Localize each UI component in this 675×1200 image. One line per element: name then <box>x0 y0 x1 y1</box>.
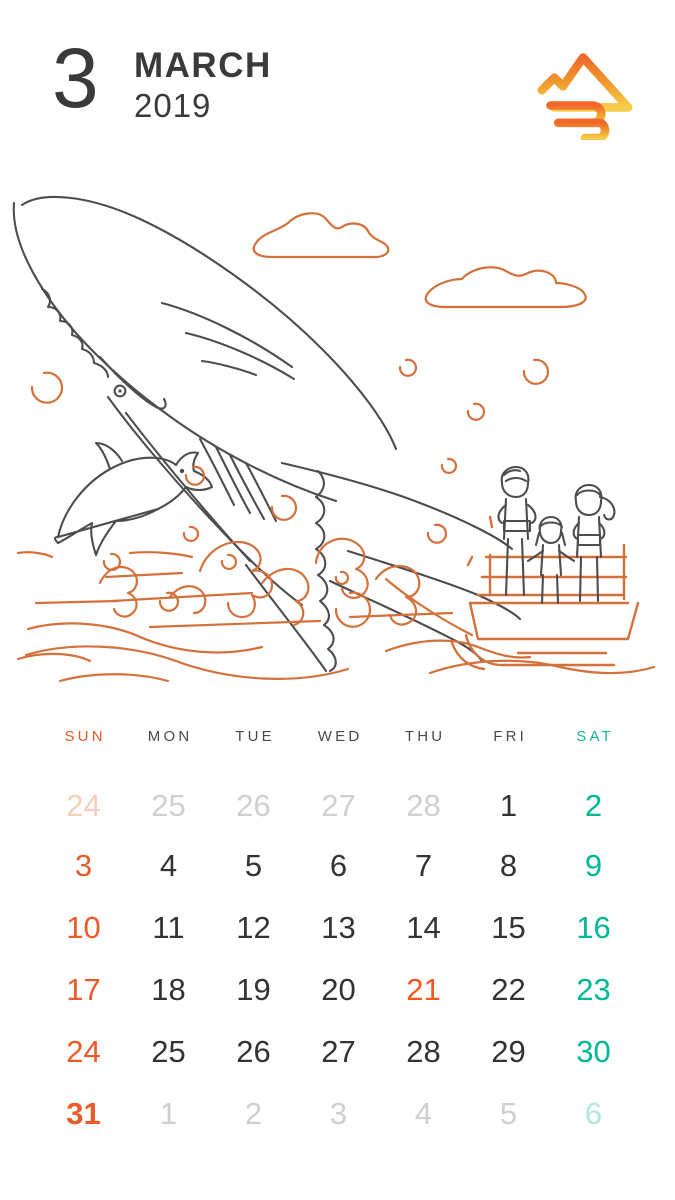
day-cell[interactable]: 29 <box>466 1021 551 1083</box>
day-cell[interactable]: 22 <box>466 959 551 1021</box>
day-cell[interactable]: 15 <box>466 897 551 959</box>
tour-boat <box>450 465 640 671</box>
month-name: MARCH <box>134 46 272 85</box>
day-cell[interactable]: 2 <box>211 1083 296 1145</box>
weekday-label-tue: TUE <box>235 728 275 745</box>
day-cell[interactable]: 10 <box>41 897 126 959</box>
day-cell[interactable]: 20 <box>296 959 381 1021</box>
day-cell[interactable]: 3 <box>41 835 126 897</box>
day-cell[interactable]: 2 <box>551 777 636 835</box>
humpback-whale <box>12 195 522 673</box>
day-cell[interactable]: 16 <box>551 897 636 959</box>
weekday-label-sun: SUN <box>64 728 106 745</box>
day-cell[interactable]: 6 <box>551 1083 636 1145</box>
month-year-block: MARCH 2019 <box>134 46 272 126</box>
day-cell[interactable]: 19 <box>211 959 296 1021</box>
day-cell[interactable]: 4 <box>381 1083 466 1145</box>
day-cell[interactable]: 5 <box>466 1083 551 1145</box>
dolphin <box>53 441 214 557</box>
day-cell[interactable]: 31 <box>41 1083 126 1145</box>
cloud-icon <box>252 212 587 309</box>
day-cell[interactable]: 5 <box>211 835 296 897</box>
weekday-header-row: SUN MON TUE WED THU FRI SAT <box>41 728 636 749</box>
day-cell[interactable]: 11 <box>126 897 211 959</box>
day-cell[interactable]: 9 <box>551 835 636 897</box>
day-cell[interactable]: 28 <box>381 1021 466 1083</box>
month-number: 3 <box>52 31 99 125</box>
mountain-wave-logo <box>537 48 633 143</box>
day-cell[interactable]: 6 <box>296 835 381 897</box>
day-cell[interactable]: 27 <box>296 1021 381 1083</box>
day-cell[interactable]: 14 <box>381 897 466 959</box>
year-label: 2019 <box>134 86 212 124</box>
day-cell[interactable]: 26 <box>211 1021 296 1083</box>
day-cell[interactable]: 23 <box>551 959 636 1021</box>
day-cell[interactable]: 30 <box>551 1021 636 1083</box>
day-cell[interactable]: 1 <box>466 777 551 835</box>
day-cell[interactable]: 12 <box>211 897 296 959</box>
weekday-label-thu: THU <box>404 728 446 745</box>
day-cell-holiday[interactable]: 21 <box>381 959 466 1021</box>
weekday-label-mon: MON <box>147 728 193 745</box>
day-cell[interactable]: 25 <box>126 1021 211 1083</box>
passenger-adult-right <box>572 483 616 603</box>
day-cell[interactable]: 3 <box>296 1083 381 1145</box>
weekday-label-fri: FRI <box>493 728 527 745</box>
day-cell[interactable]: 18 <box>126 959 211 1021</box>
day-cell[interactable]: 27 <box>296 777 381 835</box>
day-cell[interactable]: 24 <box>41 777 126 835</box>
day-cell[interactable]: 7 <box>381 835 466 897</box>
calendar-page: 3 MARCH 2019 SUN MON TUE WED THU FRI SAT… <box>0 0 675 1200</box>
calendar-header: 3 MARCH 2019 <box>0 0 675 170</box>
day-cell[interactable]: 13 <box>296 897 381 959</box>
day-cell[interactable]: 8 <box>466 835 551 897</box>
weekday-label-wed: WED <box>317 728 363 745</box>
day-cell[interactable]: 26 <box>211 777 296 835</box>
day-cell[interactable]: 4 <box>126 835 211 897</box>
day-cell[interactable]: 25 <box>126 777 211 835</box>
weekday-label-sat: SAT <box>576 728 614 745</box>
day-cell[interactable]: 17 <box>41 959 126 1021</box>
whale-watching-illustration <box>0 165 675 705</box>
passenger-child-center <box>526 515 576 605</box>
day-cells-grid: 24 25 26 27 28 1 2 3 4 5 6 7 8 9 10 11 1… <box>41 777 636 1145</box>
day-cell[interactable]: 28 <box>381 777 466 835</box>
day-cell[interactable]: 1 <box>126 1083 211 1145</box>
calendar-grid-section: SUN MON TUE WED THU FRI SAT 24 25 26 27 … <box>0 728 675 1145</box>
day-cell[interactable]: 24 <box>41 1021 126 1083</box>
